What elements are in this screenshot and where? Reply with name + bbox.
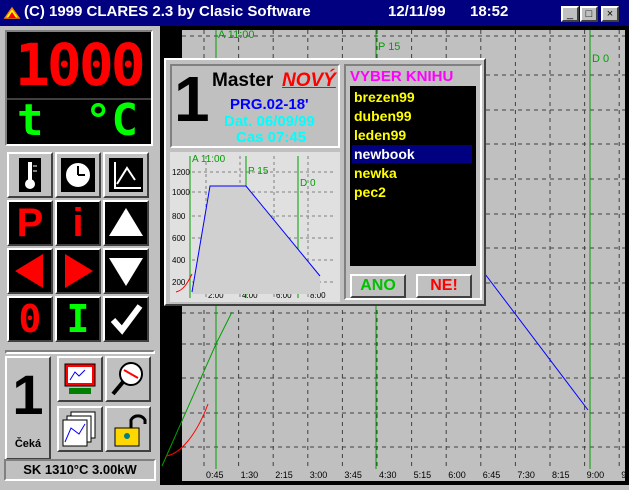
thermometer-button[interactable] <box>7 152 53 198</box>
title-time: 18:52 <box>470 3 509 20</box>
new-program-link[interactable]: NOVÝ <box>282 70 336 92</box>
furnace-number-tile[interactable]: 1 Čeká <box>5 356 51 460</box>
arrow-right-icon <box>57 250 99 292</box>
app-icon <box>3 6 21 19</box>
book-selector-title: VYBER KNIHU <box>350 68 454 85</box>
temperature-readout: 1000 <box>15 31 146 99</box>
graph-icon <box>109 158 143 192</box>
x-tick-label: 3:45 <box>344 470 362 480</box>
window-title: (C) 1999 CLARES 2.3 by Clasic Software <box>24 3 311 20</box>
y-tick-label: 400 <box>162 340 177 350</box>
left-panel: 1000 t °C P i 0 I 1 Čeká <box>0 26 158 485</box>
yes-button[interactable]: ANO <box>350 274 406 298</box>
mini-segment-label: P 15 <box>248 166 269 177</box>
mini-chart-panel: 200 400 600 800 1000 1200 2:00 4:00 6:00 8:00 A 11… <box>170 152 340 302</box>
arrow-left-button[interactable] <box>7 248 53 294</box>
program-info-panel: 1 Master NOVÝ PRG.02-18' Dat. 06/09/99 C… <box>170 63 340 148</box>
lcd-display: 1000 t °C <box>5 30 153 146</box>
mini-y-tick-label: 400 <box>172 256 186 265</box>
clock-icon <box>61 158 95 192</box>
program-number: 1 <box>174 63 210 135</box>
unit-label: °C <box>85 95 138 146</box>
x-tick-label: 4:30 <box>379 470 397 480</box>
x-tick-label: 8:15 <box>552 470 570 480</box>
master-label: Master <box>212 70 274 91</box>
arrow-left-icon <box>9 250 51 292</box>
x-tick-label: 1:30 <box>241 470 259 480</box>
archive-button[interactable] <box>57 406 103 452</box>
segment-label: A 11:00 <box>218 29 255 41</box>
thermometer-icon <box>19 158 41 192</box>
minimize-button[interactable]: _ <box>561 6 579 22</box>
x-tick-label: 3:00 <box>310 470 328 480</box>
clock-button[interactable] <box>55 152 101 198</box>
x-tick-label: 7:30 <box>517 470 535 480</box>
checkmark-icon <box>105 298 147 340</box>
no-button[interactable]: NE! <box>416 274 472 298</box>
segment-label: D 0 <box>592 53 609 65</box>
book-item[interactable]: brezen99 <box>352 88 472 106</box>
book-selector-panel: VYBER KNIHU brezen99 duben99 leden99 newboo… <box>344 64 482 300</box>
furnace-state: Čeká <box>14 438 42 450</box>
book-item[interactable]: newbook <box>352 145 472 163</box>
t-symbol: t <box>17 95 44 146</box>
search-button[interactable] <box>105 356 151 402</box>
mini-segment-label: A 11:00 <box>192 154 226 165</box>
x-tick-label: 6:00 <box>448 470 466 480</box>
monitor-icon <box>64 363 96 394</box>
padlock-open-icon <box>114 414 147 447</box>
mini-y-tick-label: 1000 <box>172 188 190 197</box>
y-tick-label: 500 <box>162 309 177 319</box>
arrow-down-icon <box>105 250 147 292</box>
arrow-down-button[interactable] <box>103 248 149 294</box>
i-button[interactable]: i <box>55 200 101 246</box>
program-dialog: 1 Master NOVÝ PRG.02-18' Dat. 06/09/99 C… <box>164 58 486 306</box>
y-tick-label: 300 <box>162 374 177 384</box>
book-item[interactable]: duben99 <box>352 107 472 125</box>
x-tick-label: 2:15 <box>275 470 293 480</box>
furnace-number: 1 <box>12 363 44 426</box>
arrow-up-icon <box>105 202 147 244</box>
graph-button[interactable] <box>103 152 149 198</box>
zero-button[interactable]: 0 <box>7 296 53 342</box>
monitor-button[interactable] <box>57 356 103 402</box>
book-list[interactable]: brezen99 duben99 leden99 newbook newka pec2 <box>350 86 476 266</box>
x-tick-label: 0:45 <box>206 470 224 480</box>
program-time: Cas 07:45 <box>236 129 307 146</box>
mini-y-tick-label: 1200 <box>172 168 190 177</box>
book-item[interactable]: pec2 <box>352 183 472 201</box>
mini-segment-label: D 0 <box>300 178 316 189</box>
mini-y-tick-label: 600 <box>172 234 186 243</box>
title-date: 12/11/99 <box>388 3 446 20</box>
mini-chart: 200400600800100012002:00 4:00 6:00 8:00A 11… <box>170 152 340 302</box>
status-bar: SK 1310°C 3.00kW <box>4 459 156 481</box>
segment-label: P 15 <box>378 41 400 53</box>
x-tick-label: 9:45 <box>621 470 629 480</box>
arrow-up-button[interactable] <box>103 200 149 246</box>
mini-y-tick-label: 800 <box>172 212 186 221</box>
unlock-button[interactable] <box>105 406 151 452</box>
x-tick-label: 6:45 <box>483 470 501 480</box>
magnifier-icon <box>111 362 143 396</box>
program-date: Dat. 06/09/99 <box>224 113 315 130</box>
x-tick-label: 5:15 <box>414 470 432 480</box>
mini-y-tick-label: 200 <box>172 278 186 287</box>
y-tick-label: 200 <box>162 409 177 419</box>
program-code: PRG.02-18' <box>230 96 309 113</box>
x-tick-label: 9:00 <box>587 470 605 480</box>
one-button[interactable]: I <box>55 296 101 342</box>
panel-divider <box>5 350 155 354</box>
close-button[interactable]: × <box>601 6 619 22</box>
check-button[interactable] <box>103 296 149 342</box>
maximize-button[interactable]: □ <box>580 6 598 22</box>
arrow-right-button[interactable] <box>55 248 101 294</box>
p-button[interactable]: P <box>7 200 53 246</box>
book-item[interactable]: newka <box>352 164 472 182</box>
book-item[interactable]: leden99 <box>352 126 472 144</box>
y-tick-label: 1300 <box>162 32 182 42</box>
documents-icon <box>62 411 96 447</box>
title-bar: (C) 1999 CLARES 2.3 by Clasic Software 1… <box>0 0 629 26</box>
